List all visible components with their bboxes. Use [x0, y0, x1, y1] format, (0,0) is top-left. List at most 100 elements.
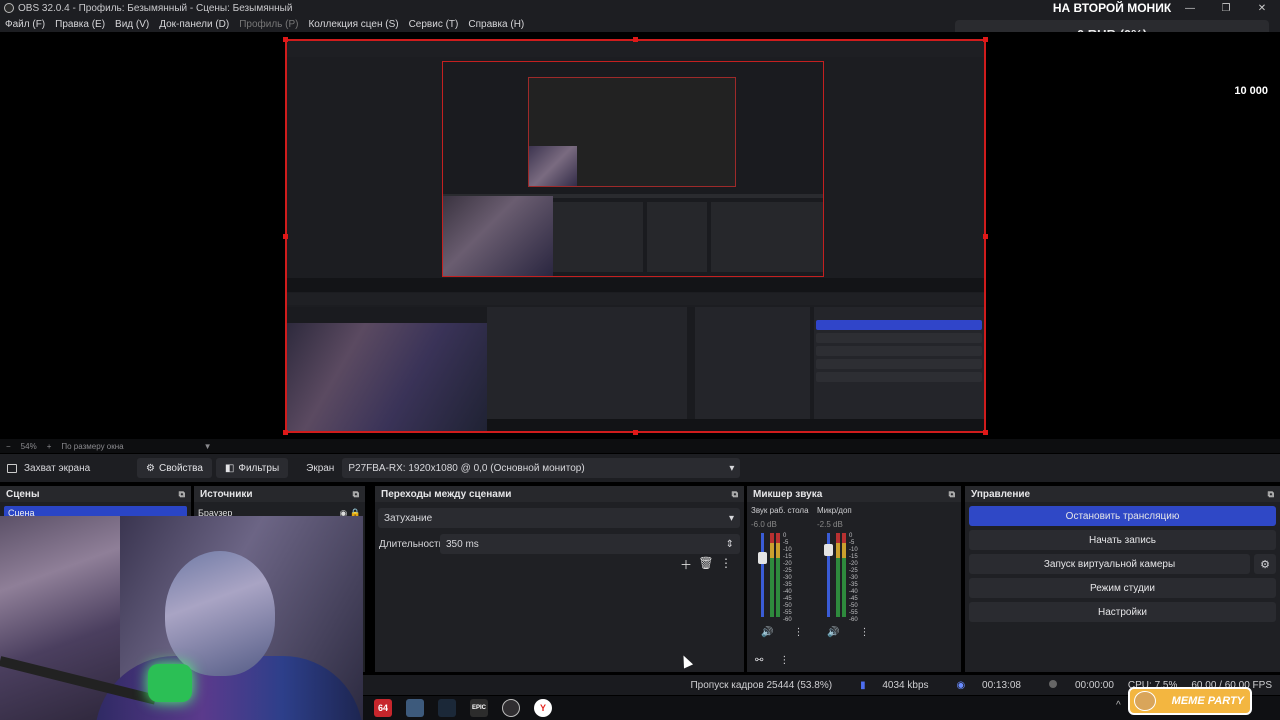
- volume-slider-knob[interactable]: [824, 544, 833, 556]
- volume-slider[interactable]: [824, 533, 833, 617]
- tray-chevron-up-icon[interactable]: ^: [1116, 700, 1121, 711]
- mixer-channel-desktop: Звук раб. стола -6.0 dB 0 -5 -10 -15 -20 -25-…: [751, 506, 813, 638]
- epic-games-icon[interactable]: EPIC: [470, 699, 488, 717]
- level-meter: [770, 533, 774, 617]
- selected-source-name: Захват экрана: [24, 462, 91, 474]
- undock-icon[interactable]: ⧉: [949, 489, 955, 500]
- db-scale-tick: -10: [849, 547, 858, 553]
- resize-handle[interactable]: [983, 234, 988, 239]
- sources-title: Источники: [200, 488, 253, 500]
- mixer-dock: Микшер звука ⧉ Звук раб. стола -6.0 dB 0…: [747, 486, 961, 672]
- gear-icon[interactable]: ⚙: [1254, 554, 1276, 574]
- maximize-button[interactable]: ❐: [1208, 3, 1244, 14]
- resize-handle[interactable]: [283, 37, 288, 42]
- nested-button: [816, 346, 982, 356]
- resize-handle[interactable]: [983, 430, 988, 435]
- nested-preview: [442, 61, 824, 277]
- start-recording-button[interactable]: Начать запись: [969, 530, 1276, 550]
- filters-button[interactable]: ◧ Фильтры: [215, 458, 289, 478]
- menu-scene-collection[interactable]: Коллекция сцен (S): [308, 19, 398, 30]
- trash-icon[interactable]: 🗑: [696, 556, 716, 573]
- menu-edit[interactable]: Правка (E): [55, 19, 105, 30]
- screen-select[interactable]: P27FBA-RX: 1920x1080 @ 0,0 (Основной мон…: [342, 458, 741, 478]
- zoom-out-button[interactable]: −: [6, 442, 11, 451]
- resize-handle[interactable]: [283, 234, 288, 239]
- resize-handle[interactable]: [633, 430, 638, 435]
- chevron-down-icon: ▾: [729, 462, 735, 474]
- transition-select-value: Затухание: [384, 512, 433, 524]
- more-icon[interactable]: ⋮: [716, 556, 736, 573]
- link-icon[interactable]: ⚯: [755, 655, 763, 666]
- level-meter: [842, 533, 846, 617]
- gear-icon: ⚙: [146, 462, 155, 474]
- window-title: OBS 32.0.4 - Профиль: Безымянный - Сцены…: [18, 2, 293, 14]
- db-scale-tick: -40: [783, 589, 792, 595]
- minimize-button[interactable]: —: [1172, 3, 1208, 14]
- meme-party-label: MEME PARTY: [1171, 695, 1244, 707]
- speaker-icon[interactable]: 🔊: [761, 627, 773, 638]
- settings-button[interactable]: Настройки: [969, 602, 1276, 622]
- more-icon[interactable]: ⋮: [779, 655, 789, 666]
- mixer-title: Микшер звука: [753, 488, 823, 500]
- undock-icon[interactable]: ⧉: [732, 489, 738, 500]
- more-icon[interactable]: ⋮: [793, 627, 803, 638]
- db-scale-tick: -40: [849, 589, 858, 595]
- record-time: 00:00:00: [1035, 679, 1114, 691]
- chevron-down-icon[interactable]: ▼: [204, 442, 212, 451]
- resize-handle[interactable]: [283, 430, 288, 435]
- controls-header: Управление ⧉: [965, 486, 1280, 502]
- more-icon[interactable]: ⋮: [859, 627, 869, 638]
- menu-view[interactable]: Вид (V): [115, 19, 149, 30]
- zoom-mode-select[interactable]: По размеру окна: [61, 442, 123, 451]
- screen-label: Экран: [306, 462, 335, 474]
- start-virtual-camera-button[interactable]: Запуск виртуальной камеры: [969, 554, 1250, 574]
- undock-icon[interactable]: ⧉: [353, 489, 359, 500]
- zoom-in-button[interactable]: +: [47, 442, 52, 451]
- filter-icon: ◧: [224, 462, 235, 474]
- db-scale-tick: -45: [849, 596, 858, 602]
- transition-select[interactable]: Затухание ▾: [378, 508, 740, 528]
- volume-slider[interactable]: [758, 533, 767, 617]
- streamer-head: [165, 551, 275, 676]
- stop-streaming-button[interactable]: Остановить трансляцию: [969, 506, 1276, 526]
- broadcast-icon: ◉: [956, 679, 966, 691]
- resize-handle[interactable]: [983, 37, 988, 42]
- channel-db: -2.5 dB: [817, 520, 843, 529]
- controls-dock: Управление ⧉ Остановить трансляцию Начат…: [965, 486, 1280, 672]
- cloud-app-icon[interactable]: [406, 699, 424, 717]
- undock-icon[interactable]: ⧉: [179, 489, 185, 500]
- menu-tools[interactable]: Сервис (T): [409, 19, 459, 30]
- program-preview[interactable]: [285, 39, 986, 433]
- volume-slider-knob[interactable]: [758, 552, 767, 564]
- close-button[interactable]: ✕: [1244, 3, 1280, 14]
- properties-button[interactable]: ⚙ Свойства: [137, 458, 212, 478]
- meme-party-badge: MEME PARTY: [1128, 687, 1252, 715]
- speaker-icon[interactable]: 🔊: [827, 627, 839, 638]
- db-scale-tick: -30: [849, 575, 858, 581]
- aida64-icon[interactable]: 64: [374, 699, 392, 717]
- menu-help[interactable]: Справка (H): [468, 19, 524, 30]
- undock-icon[interactable]: ⧉: [1268, 489, 1274, 500]
- dropped-frames: Пропуск кадров 25444 (53.8%): [690, 679, 833, 691]
- channel-tools: 🔊 ⋮: [751, 627, 813, 638]
- level-meter: [836, 533, 840, 617]
- menu-profile[interactable]: Профиль (P): [239, 19, 298, 30]
- menu-file[interactable]: Файл (F): [5, 19, 45, 30]
- channel-meter: 0 -5 -10 -15 -20 -25 -30 -35 -40 -45 -50 -55 -60: [751, 533, 813, 623]
- add-icon[interactable]: ＋: [676, 556, 696, 573]
- obs-icon[interactable]: [502, 699, 520, 717]
- studio-mode-button[interactable]: Режим студии: [969, 578, 1276, 598]
- duration-input[interactable]: 350 ms ⇕: [440, 534, 740, 554]
- spinner-icon[interactable]: ⇕: [726, 539, 734, 550]
- nested-panel: [711, 202, 823, 272]
- live-time: ◉ 00:13:08: [943, 680, 1021, 691]
- menu-docks[interactable]: Док-панели (D): [159, 19, 229, 30]
- resize-handle[interactable]: [633, 37, 638, 42]
- db-scale-tick: -35: [783, 582, 792, 588]
- sources-header: Источники ⧉: [194, 486, 365, 502]
- db-scale: 0 -5 -10 -15 -20 -25 -30 -35 -40 -45 -50 -55 -60: [783, 533, 792, 623]
- chevron-down-icon: ▾: [728, 512, 734, 524]
- steam-icon[interactable]: [438, 699, 456, 717]
- yandex-browser-icon[interactable]: Y: [534, 699, 552, 717]
- mixer-channels: Звук раб. стола -6.0 dB 0 -5 -10 -15 -20 -25-…: [747, 502, 961, 638]
